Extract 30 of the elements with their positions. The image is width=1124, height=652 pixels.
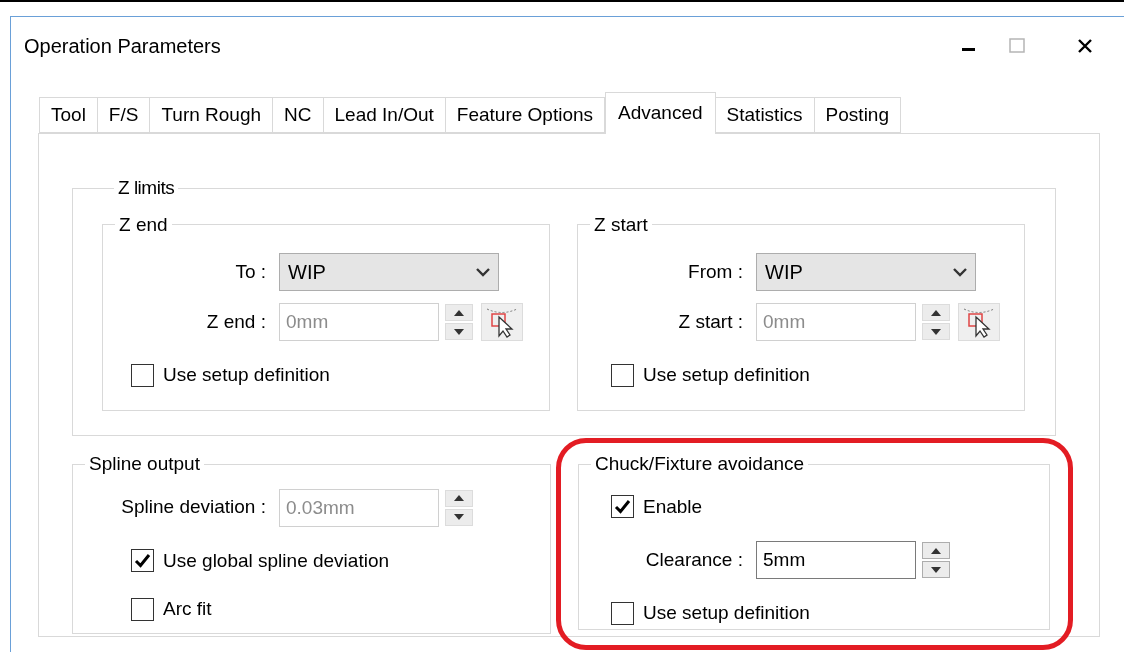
group-title: Chuck/Fixture avoidance xyxy=(594,452,806,476)
window-title: Operation Parameters xyxy=(24,34,221,59)
field-label: Clearance : xyxy=(644,547,744,572)
dropdown[interactable]: WIP xyxy=(279,253,499,291)
input-field[interactable]: 5mm xyxy=(756,541,916,579)
tab[interactable]: NC xyxy=(272,97,324,133)
field-label: From : xyxy=(687,259,744,284)
checkbox-label: Arc fit xyxy=(163,597,212,621)
tab[interactable]: Feature Options xyxy=(444,97,606,133)
field-label: Z end : xyxy=(205,309,267,334)
checkbox-label: Use setup definition xyxy=(643,363,810,387)
field-label: Spline deviation : xyxy=(120,495,267,520)
tab[interactable]: Statistics xyxy=(714,97,815,133)
dropdown[interactable]: WIP xyxy=(756,253,976,291)
tab[interactable]: F/S xyxy=(96,97,151,133)
field-label: To : xyxy=(234,259,267,284)
tab[interactable]: Advanced xyxy=(605,92,716,134)
checkbox-label: Use setup definition xyxy=(163,363,330,387)
group-title: Spline output xyxy=(88,452,201,476)
checkbox-label: Use setup definition xyxy=(643,601,810,625)
tab[interactable]: Tool xyxy=(39,97,98,133)
tab[interactable]: Lead In/Out xyxy=(322,97,446,133)
group-title: Z end xyxy=(118,212,169,237)
checkbox-label: Use global spline deviation xyxy=(163,548,390,573)
group-title: Z limits xyxy=(117,176,176,200)
field-label: Z start : xyxy=(677,309,744,334)
checkbox-label: Enable xyxy=(643,494,703,519)
tab[interactable]: Turn Rough xyxy=(149,97,274,133)
group-title: Z start xyxy=(593,212,649,237)
tab[interactable]: Posting xyxy=(813,97,901,133)
